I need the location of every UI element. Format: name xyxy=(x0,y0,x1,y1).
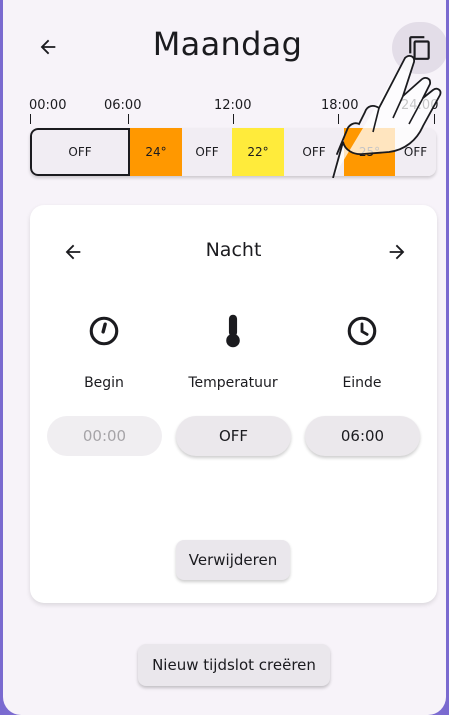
segment-label: 24° xyxy=(145,145,167,159)
delete-button[interactable]: Verwijderen xyxy=(176,540,290,580)
segment-label: OFF xyxy=(68,145,92,159)
tick-label: 18:00 xyxy=(321,98,359,113)
thermometer-icon xyxy=(213,311,253,351)
tick-mark xyxy=(434,114,435,124)
begin-time-button[interactable]: 00:00 xyxy=(47,416,162,456)
timeslot-segment[interactable]: 25° xyxy=(344,128,395,176)
timer-icon xyxy=(84,311,124,351)
segment-label: 22° xyxy=(247,145,269,159)
copy-icon xyxy=(409,36,430,60)
segment-label: OFF xyxy=(302,145,326,159)
tick-mark xyxy=(338,114,339,124)
schedule-timeline: OFF 24° OFF 22° OFF 25° OFF xyxy=(30,128,436,176)
tick-label: 12:00 xyxy=(214,98,252,113)
new-timeslot-button[interactable]: Nieuw tijdslot creëren xyxy=(138,644,330,686)
next-slot-button[interactable] xyxy=(382,237,412,267)
segment-label: OFF xyxy=(403,145,428,159)
timeslot-segment[interactable]: OFF xyxy=(284,128,344,176)
tick-mark xyxy=(30,114,31,124)
segment-label: 25° xyxy=(358,145,381,159)
app-screen: Maandag 00:00 06:00 12:00 18:00 24:00 OF… xyxy=(3,0,446,715)
timeslot-segment[interactable]: 22° xyxy=(232,128,284,176)
timeslot-segment[interactable]: 24° xyxy=(130,128,182,176)
arrow-right-icon xyxy=(389,244,405,260)
timeslot-segment[interactable]: OFF xyxy=(395,128,436,176)
page-title: Maandag xyxy=(152,25,303,63)
clock-icon xyxy=(342,311,382,351)
timeslot-segment[interactable]: OFF xyxy=(182,128,232,176)
segment-label: OFF xyxy=(195,145,219,159)
end-time-button[interactable]: 06:00 xyxy=(305,416,420,456)
tick-mark xyxy=(128,114,129,124)
temperature-button[interactable]: OFF xyxy=(176,416,291,456)
end-label: Einde xyxy=(342,375,382,391)
temperature-label: Temperatuur xyxy=(188,375,278,391)
copy-button[interactable] xyxy=(392,22,446,74)
tick-mark xyxy=(233,114,234,124)
timeslot-segment[interactable]: OFF xyxy=(30,128,130,176)
slot-name: Nacht xyxy=(205,239,262,261)
tick-label: 24:00 xyxy=(401,98,439,113)
timeslot-card: Nacht Begin Temperatuur Einde 00:00 OFF … xyxy=(30,205,437,603)
device-frame: Maandag 00:00 06:00 12:00 18:00 24:00 OF… xyxy=(0,0,449,715)
tick-label: 00:00 xyxy=(29,98,67,113)
begin-label: Begin xyxy=(84,375,124,391)
tick-label: 06:00 xyxy=(104,98,142,113)
